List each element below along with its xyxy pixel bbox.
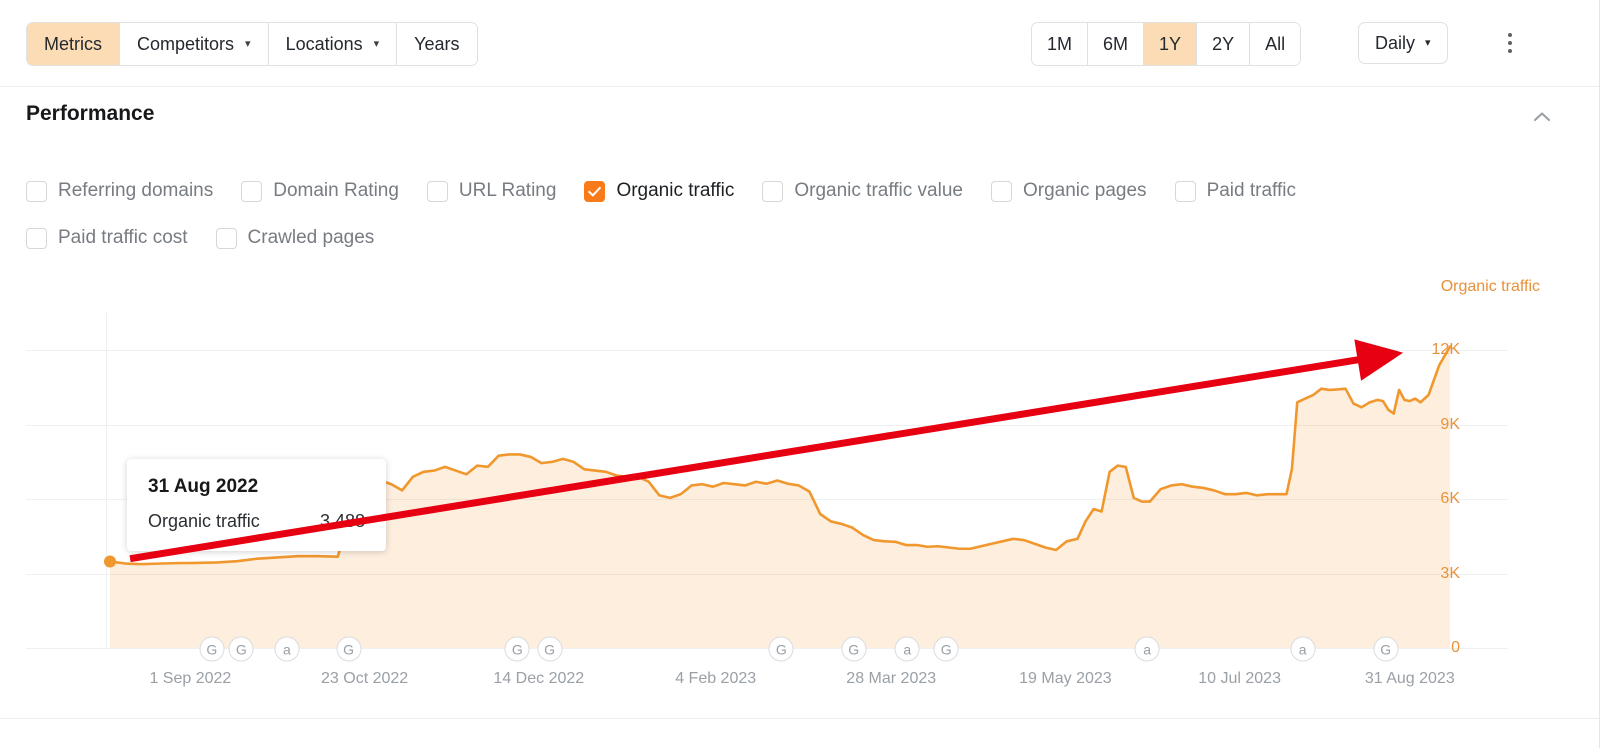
- more-vertical-icon[interactable]: [1497, 22, 1523, 64]
- tooltip-metric-label: Organic traffic: [148, 511, 260, 532]
- checkbox-checked-icon[interactable]: [584, 181, 605, 202]
- metric-label: Organic pages: [1023, 180, 1147, 202]
- granularity-label: Daily: [1375, 33, 1415, 54]
- tooltip-date: 31 Aug 2022: [148, 476, 365, 498]
- x-axis-tick-label: 4 Feb 2023: [675, 670, 756, 688]
- tooltip-value: 3,488: [320, 511, 365, 532]
- google-update-icon[interactable]: G: [505, 637, 530, 662]
- granularity-dropdown[interactable]: Daily ▾: [1358, 22, 1448, 64]
- tab-label: Metrics: [44, 34, 102, 55]
- x-axis-tick-label: 28 Mar 2023: [846, 670, 936, 688]
- google-update-icon[interactable]: G: [934, 637, 959, 662]
- x-axis-tick-label: 10 Jul 2023: [1198, 670, 1281, 688]
- checkbox-icon[interactable]: [991, 181, 1012, 202]
- metric-label: Organic traffic: [616, 180, 734, 202]
- metric-label: URL Rating: [459, 180, 557, 202]
- chevron-down-icon: ▾: [245, 39, 251, 50]
- metric-toggle-organic-pages[interactable]: Organic pages: [991, 180, 1147, 202]
- x-axis-tick-label: 1 Sep 2022: [149, 670, 231, 688]
- tab-metrics[interactable]: Metrics: [27, 23, 120, 65]
- range-tab-all[interactable]: All: [1250, 23, 1300, 65]
- range-tab-1y[interactable]: 1Y: [1144, 23, 1197, 65]
- metric-toggle-paid-traffic-cost[interactable]: Paid traffic cost: [26, 227, 188, 249]
- checkbox-icon[interactable]: [427, 181, 448, 202]
- metric-label: Organic traffic value: [794, 180, 963, 202]
- tab-locations[interactable]: Locations ▾: [269, 23, 398, 65]
- metric-toggle-crawled-pages[interactable]: Crawled pages: [216, 227, 375, 249]
- tooltip-row: Organic traffic 3,488: [148, 511, 365, 532]
- view-tab-group: Metrics Competitors ▾ Locations ▾ Years: [26, 22, 478, 66]
- metric-label: Referring domains: [58, 180, 213, 202]
- google-update-icon[interactable]: G: [769, 637, 794, 662]
- algorithm-update-icon[interactable]: a: [1135, 637, 1160, 662]
- google-update-icon[interactable]: G: [537, 637, 562, 662]
- checkbox-icon[interactable]: [216, 228, 237, 249]
- x-axis-tick-label: 19 May 2023: [1019, 670, 1112, 688]
- page-title: Performance: [26, 102, 154, 126]
- metric-toggle-url-rating[interactable]: URL Rating: [427, 180, 557, 202]
- metric-toggle-list: Referring domains Domain Rating URL Rating…: [26, 174, 1506, 268]
- tab-label: Competitors: [137, 34, 234, 55]
- range-tab-1m[interactable]: 1M: [1032, 23, 1088, 65]
- metric-row-secondary: Paid traffic cost Crawled pages: [26, 221, 1506, 255]
- metric-label: Paid traffic cost: [58, 227, 188, 249]
- tab-competitors[interactable]: Competitors ▾: [120, 23, 269, 65]
- tab-label: Years: [414, 34, 459, 55]
- range-tab-2y[interactable]: 2Y: [1197, 23, 1250, 65]
- metric-label: Paid traffic: [1207, 180, 1296, 202]
- checkbox-icon[interactable]: [26, 181, 47, 202]
- tab-years[interactable]: Years: [397, 23, 476, 65]
- google-update-icon[interactable]: G: [841, 637, 866, 662]
- metric-toggle-domain-rating[interactable]: Domain Rating: [241, 180, 399, 202]
- metric-toggle-referring-domains[interactable]: Referring domains: [26, 180, 213, 202]
- y-axis-title: Organic traffic: [1441, 278, 1540, 296]
- chevron-down-icon: ▾: [1425, 38, 1431, 49]
- panel-bottom-divider: [0, 718, 1600, 719]
- checkbox-icon[interactable]: [762, 181, 783, 202]
- google-update-icon[interactable]: G: [229, 637, 254, 662]
- checkbox-icon[interactable]: [26, 228, 47, 249]
- ahrefs-performance-panel: MetricsCompetitors▾Locations▾Years 1M6M1…: [0, 0, 1600, 748]
- chevron-up-icon[interactable]: [1529, 104, 1555, 130]
- highlighted-data-point[interactable]: [104, 555, 116, 567]
- metric-label: Crawled pages: [248, 227, 375, 249]
- date-range-tab-group: 1M6M1Y2YAll: [1031, 22, 1301, 66]
- x-axis-tick-label: 23 Oct 2022: [321, 670, 408, 688]
- performance-section-header: Performance: [0, 87, 1599, 149]
- tab-label: Locations: [286, 34, 363, 55]
- google-update-icon[interactable]: G: [336, 637, 361, 662]
- metric-toggle-paid-traffic[interactable]: Paid traffic: [1175, 180, 1296, 202]
- x-axis-tick-label: 31 Aug 2023: [1365, 670, 1455, 688]
- range-tab-6m[interactable]: 6M: [1088, 23, 1144, 65]
- algorithm-update-icon[interactable]: a: [895, 637, 920, 662]
- x-axis-tick-label: 14 Dec 2022: [493, 670, 584, 688]
- top-toolbar: Metrics Competitors ▾ Locations ▾ Years 1M6M1…: [0, 0, 1599, 87]
- checkbox-icon[interactable]: [241, 181, 262, 202]
- metric-label: Domain Rating: [273, 180, 399, 202]
- google-update-icon[interactable]: G: [1373, 637, 1398, 662]
- metric-toggle-organic-traffic[interactable]: Organic traffic: [584, 180, 734, 202]
- google-update-icon[interactable]: G: [199, 637, 224, 662]
- checkbox-icon[interactable]: [1175, 181, 1196, 202]
- chevron-down-icon: ▾: [374, 39, 380, 50]
- chart-tooltip: 31 Aug 2022 Organic traffic 3,488: [127, 459, 386, 551]
- metric-toggle-organic-traffic-value[interactable]: Organic traffic value: [762, 180, 963, 202]
- metric-row-primary: Referring domains Domain Rating URL Rating…: [26, 174, 1506, 208]
- algorithm-update-icon[interactable]: a: [1290, 637, 1315, 662]
- algorithm-update-icon[interactable]: a: [274, 637, 299, 662]
